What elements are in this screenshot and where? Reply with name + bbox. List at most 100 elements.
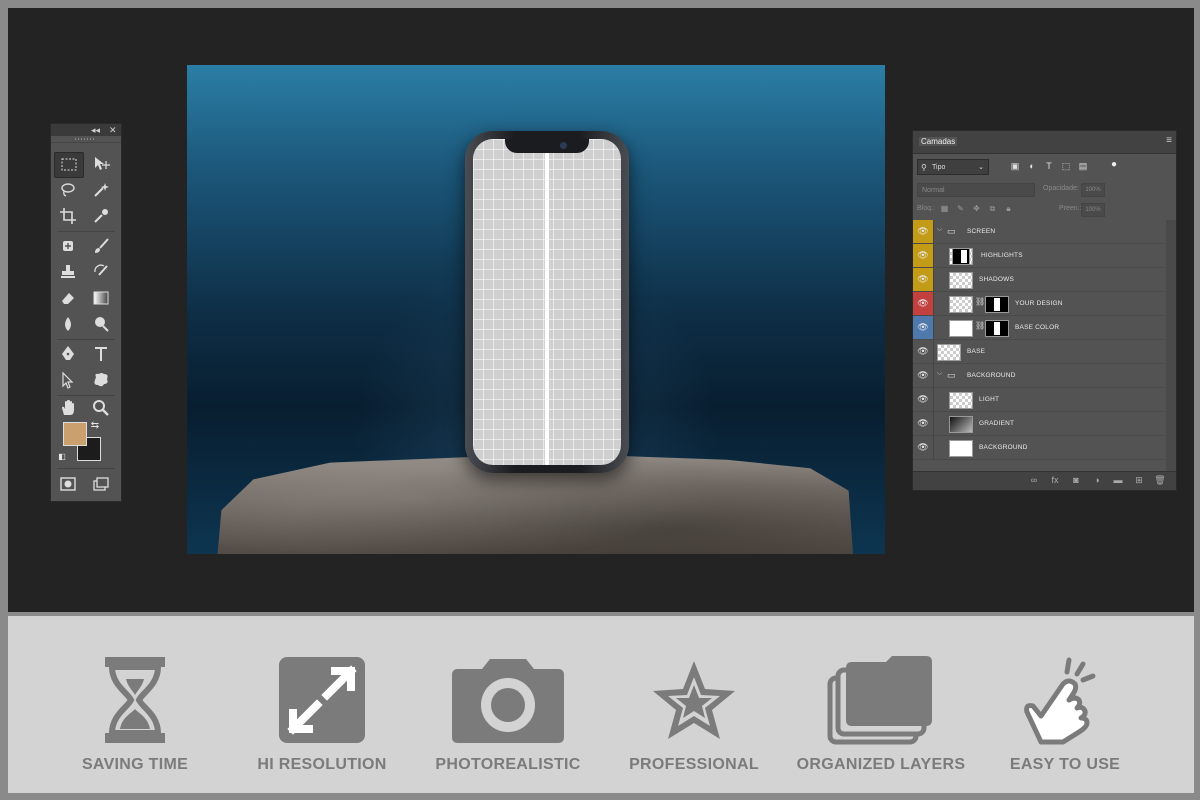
expand-group-icon[interactable]: ⌵	[937, 226, 942, 234]
layer-row[interactable]: 👁︎ ⌵ ▭ BACKGROUND	[913, 364, 1165, 388]
visibility-eye-icon[interactable]: 👁︎	[913, 316, 934, 339]
pixel-filter-icon[interactable]: ▣	[1009, 160, 1021, 172]
lock-pixels-icon[interactable]: ✎	[955, 203, 966, 214]
shape-filter-icon[interactable]: ⬚	[1060, 160, 1072, 172]
layer-row[interactable]: 👁︎ ⌵ ▭ SCREEN	[913, 220, 1165, 244]
path-selection-icon[interactable]	[54, 368, 82, 392]
lock-transparency-icon[interactable]: ▦	[939, 203, 950, 214]
foreground-color-swatch[interactable]	[63, 422, 87, 446]
dodge-tool-icon[interactable]	[87, 312, 115, 336]
feature-organized-layers: ORGANIZED LAYERS	[791, 652, 971, 774]
layer-name: SHADOWS	[979, 276, 1014, 283]
search-icon: ⚲	[921, 163, 927, 172]
layer-name: YOUR DESIGN	[1015, 300, 1063, 307]
layer-row[interactable]: 👁︎ ⛓︎ BASE COLOR	[913, 316, 1165, 340]
new-group-icon[interactable]: ▬	[1112, 475, 1124, 486]
phone-screen	[473, 139, 621, 465]
hand-tool-icon[interactable]	[54, 396, 82, 420]
quick-mask-icon[interactable]	[54, 472, 82, 496]
layer-row[interactable]: 👁︎ GRADIENT	[913, 412, 1165, 436]
type-tool-icon[interactable]	[87, 342, 115, 366]
lock-position-icon[interactable]: ✥	[971, 203, 982, 214]
smart-object-filter-icon[interactable]: ▤	[1077, 160, 1089, 172]
marquee-tool-icon[interactable]	[54, 152, 84, 178]
feature-saving-time: SAVING TIME	[45, 652, 225, 774]
visibility-eye-icon[interactable]: 👁︎	[913, 268, 934, 291]
move-tool-icon[interactable]	[87, 152, 115, 176]
layer-row[interactable]: 👁︎ BACKGROUND	[913, 436, 1165, 460]
layers-footer: ∞ fx ◙ ◑ ▬ ⊞ 🗑︎	[913, 471, 1176, 490]
layer-filter-row: ⚲ Tipo ⌄ ▣ ◐ T ⬚ ▤ ●	[917, 159, 1172, 177]
layer-row[interactable]: 👁︎ BASE	[913, 340, 1165, 364]
chain-link-icon[interactable]: ⛓︎	[975, 297, 985, 306]
screen-mode-icon[interactable]	[87, 472, 115, 496]
blend-mode-select[interactable]: Normal	[917, 183, 1035, 197]
layer-thumbnail	[949, 416, 973, 433]
tools-panel-header: ◂◂ ✕	[51, 124, 121, 136]
magic-wand-icon[interactable]	[87, 178, 115, 202]
visibility-eye-icon[interactable]: 👁︎	[913, 436, 934, 459]
adjustment-filter-icon[interactable]: ◐	[1026, 160, 1038, 172]
close-button[interactable]: ✕	[109, 124, 117, 136]
feature-professional: PROFESSIONAL	[604, 652, 784, 774]
lasso-tool-icon[interactable]	[54, 178, 82, 202]
expand-group-icon[interactable]: ⌵	[937, 370, 942, 378]
crop-tool-icon[interactable]	[54, 204, 82, 228]
layer-row[interactable]: 👁︎ ⛓︎ YOUR DESIGN	[913, 292, 1165, 316]
layers-scrollbar[interactable]	[1166, 220, 1176, 471]
layer-mask-thumbnail[interactable]	[985, 296, 1009, 313]
add-mask-icon[interactable]: ◙	[1070, 475, 1082, 486]
stamp-tool-icon[interactable]	[54, 260, 82, 284]
layer-row[interactable]: 👁︎ LIGHT	[913, 388, 1165, 412]
visibility-eye-icon[interactable]: 👁︎	[913, 292, 934, 315]
visibility-eye-icon[interactable]: 👁︎	[913, 220, 934, 243]
visibility-eye-icon[interactable]: 👁︎	[913, 388, 934, 411]
feature-label: HI RESOLUTION	[257, 756, 387, 773]
feature-hi-resolution: HI RESOLUTION	[232, 652, 412, 774]
visibility-eye-icon[interactable]: 👁︎	[913, 364, 934, 387]
layer-row[interactable]: 👁︎ SHADOWS	[913, 268, 1165, 292]
layer-mask-thumbnail[interactable]	[985, 320, 1009, 337]
pen-tool-icon[interactable]	[54, 342, 82, 366]
gradient-tool-icon[interactable]	[87, 286, 115, 310]
camera-icon	[452, 659, 564, 743]
panel-grip[interactable]	[51, 136, 121, 143]
visibility-eye-icon[interactable]: 👁︎	[913, 244, 934, 267]
panel-menu-icon[interactable]: ≡	[1166, 135, 1172, 146]
adjustment-layer-icon[interactable]: ◑	[1091, 475, 1103, 486]
history-brush-icon[interactable]	[87, 260, 115, 284]
brush-tool-icon[interactable]	[87, 234, 115, 258]
delete-layer-icon[interactable]: 🗑︎	[1154, 475, 1166, 486]
filter-toggle-icon[interactable]: ●	[1111, 159, 1117, 170]
collapse-button[interactable]: ◂◂	[91, 124, 100, 136]
feature-label: EASY TO USE	[1009, 756, 1121, 773]
lock-icons: ▦ ✎ ✥ ⧉ 🔒︎	[939, 203, 1014, 214]
feature-easy-to-use: EASY TO USE	[975, 652, 1155, 774]
opacity-field[interactable]: 100%	[1081, 183, 1105, 197]
filter-type-select[interactable]: ⚲ Tipo ⌄	[917, 159, 989, 175]
visibility-eye-icon[interactable]: 👁︎	[913, 412, 934, 435]
lock-all-icon[interactable]: 🔒︎	[1003, 203, 1014, 214]
default-colors-icon[interactable]: ◧	[55, 450, 69, 462]
custom-shape-icon[interactable]	[87, 368, 115, 392]
visibility-eye-icon[interactable]: 👁︎	[913, 340, 934, 363]
fill-field[interactable]: 100%	[1081, 203, 1105, 217]
type-filter-icon[interactable]: T	[1043, 160, 1055, 172]
feature-label: PROFESSIONAL	[629, 756, 759, 773]
lock-artboard-icon[interactable]: ⧉	[987, 203, 998, 214]
new-layer-icon[interactable]: ⊞	[1133, 475, 1145, 486]
link-layers-icon[interactable]: ∞	[1028, 475, 1040, 486]
eyedropper-icon[interactable]	[87, 204, 115, 228]
blur-tool-icon[interactable]	[54, 312, 82, 336]
layer-row[interactable]: 👁︎ HIGHLIGHTS	[913, 244, 1165, 268]
swap-colors-icon[interactable]: ⇆	[87, 418, 103, 432]
layers-tab-bar: Camadas ≡	[913, 131, 1176, 154]
eraser-tool-icon[interactable]	[54, 286, 82, 310]
chain-link-icon[interactable]: ⛓︎	[975, 321, 985, 330]
zoom-tool-icon[interactable]	[87, 396, 115, 420]
layer-thumbnail	[949, 440, 973, 457]
layers-tab[interactable]: Camadas	[919, 137, 958, 146]
layer-style-icon[interactable]: fx	[1049, 475, 1061, 486]
healing-brush-icon[interactable]	[54, 234, 82, 258]
document-canvas[interactable]	[187, 65, 885, 554]
